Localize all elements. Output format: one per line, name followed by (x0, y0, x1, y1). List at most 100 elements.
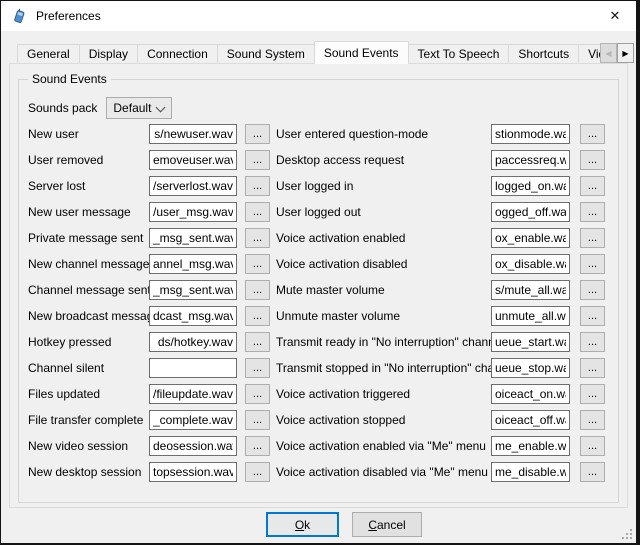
tab-text-to-speech[interactable]: Text To Speech (408, 44, 510, 64)
sound-file-input[interactable] (491, 176, 570, 196)
sound-events-groupbox: Sound Events Sounds pack Default New use… (18, 79, 619, 503)
event-label: Server lost (28, 179, 149, 193)
browse-button[interactable]: ... (245, 150, 270, 170)
browse-button[interactable]: ... (580, 306, 605, 326)
browse-button[interactable]: ... (580, 124, 605, 144)
browse-button[interactable]: ... (580, 358, 605, 378)
browse-button[interactable]: ... (580, 150, 605, 170)
sound-event-row: Transmit ready in "No interruption" chan… (276, 329, 614, 355)
sound-file-input[interactable] (149, 384, 237, 404)
browse-button[interactable]: ... (580, 280, 605, 300)
sound-event-row: Files updated... (28, 381, 289, 407)
event-label: Unmute master volume (276, 309, 491, 323)
browse-button[interactable]: ... (245, 462, 270, 482)
sound-file-input[interactable] (149, 358, 237, 378)
tab-display[interactable]: Display (79, 44, 138, 64)
sound-event-row: Voice activation enabled... (276, 225, 614, 251)
event-label: Transmit ready in "No interruption" chan… (276, 335, 491, 349)
sound-file-input[interactable] (149, 254, 237, 274)
sound-file-input[interactable] (491, 332, 570, 352)
sound-file-input[interactable] (149, 202, 237, 222)
sound-event-row: Transmit stopped in "No interruption" ch… (276, 355, 614, 381)
browse-button[interactable]: ... (580, 462, 605, 482)
sound-event-row: Channel message sent... (28, 277, 289, 303)
event-label: New desktop session (28, 465, 149, 479)
browse-button[interactable]: ... (245, 410, 270, 430)
sounds-pack-dropdown[interactable]: Default (106, 97, 172, 119)
event-label: Hotkey pressed (28, 335, 149, 349)
tab-scroll-left-icon[interactable]: ◀ (600, 43, 617, 63)
event-label: New user message (28, 205, 149, 219)
sound-file-input[interactable] (149, 306, 237, 326)
sound-event-row: Mute master volume... (276, 277, 614, 303)
sound-file-input[interactable] (491, 254, 570, 274)
sound-event-row: New desktop session... (28, 459, 289, 485)
sound-file-input[interactable] (491, 462, 570, 482)
resize-grip[interactable] (622, 529, 633, 540)
browse-button[interactable]: ... (580, 436, 605, 456)
sound-file-input[interactable] (149, 150, 237, 170)
sound-event-row: New broadcast message... (28, 303, 289, 329)
cancel-button[interactable]: Cancel (352, 512, 422, 537)
browse-button[interactable]: ... (245, 280, 270, 300)
browse-button[interactable]: ... (245, 202, 270, 222)
browse-button[interactable]: ... (245, 306, 270, 326)
browse-button[interactable]: ... (245, 176, 270, 196)
event-label: Desktop access request (276, 153, 491, 167)
sound-file-input[interactable] (149, 228, 237, 248)
close-icon[interactable]: ✕ (594, 1, 636, 31)
sound-file-input[interactable] (149, 176, 237, 196)
event-label: Voice activation enabled (276, 231, 491, 245)
browse-button[interactable]: ... (580, 228, 605, 248)
tab-scroll-right-icon[interactable]: ▶ (617, 43, 634, 63)
tab-connection[interactable]: Connection (137, 44, 218, 64)
browse-button[interactable]: ... (245, 228, 270, 248)
sound-event-row: Unmute master volume... (276, 303, 614, 329)
tab-sound-events[interactable]: Sound Events (314, 41, 409, 64)
tab-sound-system[interactable]: Sound System (217, 44, 315, 64)
sound-event-row: Voice activation disabled... (276, 251, 614, 277)
browse-button[interactable]: ... (245, 384, 270, 404)
browse-button[interactable]: ... (245, 254, 270, 274)
browse-button[interactable]: ... (245, 124, 270, 144)
browse-button[interactable]: ... (580, 332, 605, 352)
event-label: New user (28, 127, 149, 141)
browse-button[interactable]: ... (580, 384, 605, 404)
tab-general[interactable]: General (17, 44, 80, 64)
browse-button[interactable]: ... (580, 254, 605, 274)
sound-event-row: Channel silent... (28, 355, 289, 381)
sound-file-input[interactable] (149, 124, 237, 144)
event-label: Voice activation disabled (276, 257, 491, 271)
sound-file-input[interactable] (149, 462, 237, 482)
sound-file-input[interactable] (149, 280, 237, 300)
sound-file-input[interactable] (491, 384, 570, 404)
ok-button-label: Ok (295, 518, 310, 532)
ok-button[interactable]: Ok (266, 512, 339, 537)
sound-file-input[interactable] (491, 228, 570, 248)
sound-file-input[interactable] (491, 358, 570, 378)
event-label: User logged in (276, 179, 491, 193)
event-label: Transmit stopped in "No interruption" ch… (276, 361, 491, 375)
sound-event-row: User entered question-mode... (276, 121, 614, 147)
browse-button[interactable]: ... (580, 410, 605, 430)
browse-button[interactable]: ... (245, 436, 270, 456)
sound-file-input[interactable] (491, 436, 570, 456)
sound-event-row: User removed... (28, 147, 289, 173)
sound-file-input[interactable] (491, 202, 570, 222)
sound-file-input[interactable] (149, 436, 237, 456)
browse-button[interactable]: ... (245, 332, 270, 352)
browse-button[interactable]: ... (580, 202, 605, 222)
sound-file-input[interactable] (491, 124, 570, 144)
sound-file-input[interactable] (491, 306, 570, 326)
sounds-pack-label: Sounds pack (28, 101, 97, 115)
sound-file-input[interactable] (149, 332, 237, 352)
sounds-pack-value: Default (113, 101, 151, 115)
sound-file-input[interactable] (491, 280, 570, 300)
tab-shortcuts[interactable]: Shortcuts (508, 44, 579, 64)
browse-button[interactable]: ... (245, 358, 270, 378)
browse-button[interactable]: ... (580, 176, 605, 196)
sound-file-input[interactable] (149, 410, 237, 430)
sound-file-input[interactable] (491, 150, 570, 170)
event-label: Voice activation enabled via "Me" menu (276, 439, 491, 453)
sound-file-input[interactable] (491, 410, 570, 430)
